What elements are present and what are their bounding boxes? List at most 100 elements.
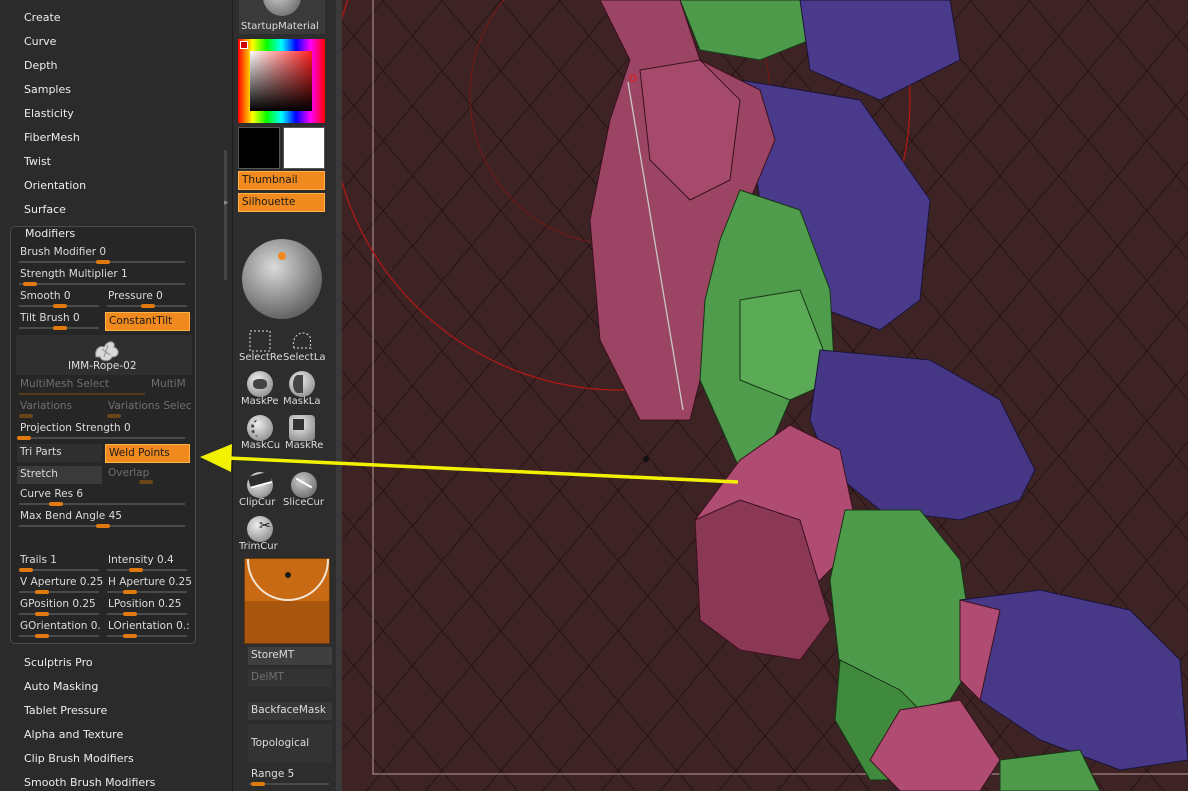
palette-scrollbar[interactable] bbox=[224, 150, 227, 280]
stretch-button[interactable]: Stretch bbox=[17, 466, 102, 484]
menu-tablet-pressure[interactable]: Tablet Pressure bbox=[24, 701, 107, 721]
material-slot[interactable]: StartupMaterial bbox=[239, 0, 325, 34]
projection-strength-label: Projection Strength 0 bbox=[20, 422, 131, 434]
menu-surface[interactable]: Surface bbox=[24, 200, 66, 220]
menu-elasticity[interactable]: Elasticity bbox=[24, 104, 74, 124]
topological-button[interactable]: Topological bbox=[248, 724, 332, 762]
imm-brush-slot[interactable]: IMM-Rope-02 bbox=[16, 335, 192, 375]
slider-thumb[interactable] bbox=[53, 304, 67, 308]
slider-thumb[interactable] bbox=[17, 436, 31, 440]
slider-thumb[interactable] bbox=[107, 414, 121, 418]
slider-thumb[interactable] bbox=[35, 590, 49, 594]
thumbnail-button[interactable]: Thumbnail bbox=[238, 171, 325, 190]
mask-pen-icon[interactable] bbox=[247, 371, 273, 397]
weld-points-button[interactable]: Weld Points bbox=[105, 444, 190, 463]
menu-twist[interactable]: Twist bbox=[24, 152, 51, 172]
menu-depth[interactable]: Depth bbox=[24, 56, 58, 76]
intensity-label: Intensity 0.4 bbox=[108, 554, 174, 566]
select-lasso-icon[interactable] bbox=[289, 328, 315, 354]
multimesh-select-slider[interactable] bbox=[19, 393, 145, 395]
projection-strength-slider[interactable] bbox=[19, 437, 185, 439]
slider-thumb[interactable] bbox=[35, 634, 49, 638]
constant-tilt-button[interactable]: ConstantTilt bbox=[105, 312, 190, 331]
silhouette-button[interactable]: Silhouette bbox=[238, 193, 325, 212]
select-lasso-label: SelectLa bbox=[283, 352, 326, 363]
menu-samples[interactable]: Samples bbox=[24, 80, 71, 100]
menu-clip-brush-modifiers[interactable]: Clip Brush Modifiers bbox=[24, 749, 134, 769]
menu-orientation[interactable]: Orientation bbox=[24, 176, 86, 196]
select-rect-label: SelectRe bbox=[239, 352, 283, 363]
clip-curve-icon[interactable] bbox=[247, 471, 273, 498]
pressure-label: Pressure 0 bbox=[108, 290, 163, 302]
slider-thumb[interactable] bbox=[19, 568, 33, 572]
curve-res-label: Curve Res 6 bbox=[20, 488, 84, 500]
modifiers-title[interactable]: Modifiers bbox=[25, 227, 75, 240]
slider-thumb[interactable] bbox=[129, 568, 143, 572]
mask-rect-icon[interactable] bbox=[289, 415, 315, 441]
color-picker-icon[interactable] bbox=[238, 39, 325, 123]
tri-parts-button[interactable]: Tri Parts bbox=[17, 444, 102, 462]
primary-color-swatch[interactable] bbox=[283, 127, 325, 169]
multim-label: MultiM bbox=[151, 378, 186, 390]
trim-curve-icon[interactable]: ✂ bbox=[247, 516, 273, 542]
lposition-slider[interactable] bbox=[107, 613, 187, 615]
slider-thumb[interactable] bbox=[35, 612, 49, 616]
slider-thumb[interactable] bbox=[139, 480, 153, 484]
secondary-color-swatch[interactable] bbox=[238, 127, 280, 169]
lposition-label: LPosition 0.25 bbox=[108, 598, 182, 610]
curve-res-slider[interactable] bbox=[19, 503, 185, 505]
slider-thumb[interactable] bbox=[123, 634, 137, 638]
slice-curve-icon[interactable] bbox=[291, 472, 317, 498]
gorientation-label: GOrientation 0. bbox=[20, 620, 101, 632]
slider-thumb[interactable] bbox=[19, 414, 33, 418]
collapse-arrow-icon[interactable]: ▸ bbox=[224, 198, 229, 208]
slider-thumb[interactable] bbox=[49, 502, 63, 506]
gorientation-slider[interactable] bbox=[19, 635, 99, 637]
slider-thumb[interactable] bbox=[123, 590, 137, 594]
slider-thumb[interactable] bbox=[96, 524, 110, 528]
slider-thumb[interactable] bbox=[23, 282, 37, 286]
slider-thumb[interactable] bbox=[251, 782, 265, 786]
mask-curve-icon[interactable] bbox=[247, 415, 273, 441]
brush-modifier-label: Brush Modifier 0 bbox=[20, 246, 107, 258]
mask-lasso-icon[interactable] bbox=[289, 371, 315, 397]
select-rect-icon[interactable] bbox=[247, 328, 273, 354]
lorientation-slider[interactable] bbox=[107, 635, 187, 637]
backface-mask-button[interactable]: BackfaceMask bbox=[248, 702, 332, 720]
menu-alpha-and-texture[interactable]: Alpha and Texture bbox=[24, 725, 123, 745]
menu-create[interactable]: Create bbox=[24, 8, 61, 28]
intensity-slider[interactable] bbox=[107, 569, 187, 571]
v-aperture-slider[interactable] bbox=[19, 591, 99, 593]
mask-lasso-label: MaskLa bbox=[283, 396, 321, 407]
multimesh-select-label: MultiMesh Select bbox=[20, 378, 110, 390]
menu-sculptris-pro[interactable]: Sculptris Pro bbox=[24, 653, 93, 673]
slice-curve-label: SliceCur bbox=[283, 497, 324, 508]
mask-curve-label: MaskCu bbox=[241, 440, 281, 451]
slider-thumb[interactable] bbox=[96, 260, 110, 264]
menu-curve[interactable]: Curve bbox=[24, 32, 56, 52]
material-label: StartupMaterial bbox=[241, 21, 319, 32]
slider-thumb[interactable] bbox=[123, 612, 137, 616]
menu-fibermesh[interactable]: FiberMesh bbox=[24, 128, 80, 148]
h-aperture-slider[interactable] bbox=[107, 591, 187, 593]
mask-pen-label: MaskPe bbox=[241, 396, 279, 407]
canvas-viewport[interactable] bbox=[342, 0, 1188, 791]
store-mt-button[interactable]: StoreMT bbox=[248, 647, 332, 665]
alpha-preview-icon[interactable] bbox=[244, 558, 330, 644]
menu-smooth-brush-modifiers[interactable]: Smooth Brush Modifiers bbox=[24, 773, 155, 791]
brush-sphere-icon[interactable] bbox=[242, 239, 322, 319]
clip-curve-label: ClipCur bbox=[239, 497, 276, 508]
strength-multiplier-slider[interactable] bbox=[19, 283, 185, 285]
gposition-slider[interactable] bbox=[19, 613, 99, 615]
tilt-brush-label: Tilt Brush 0 bbox=[20, 312, 80, 324]
material-sphere-icon bbox=[263, 0, 301, 16]
range-label: Range 5 bbox=[251, 768, 295, 780]
brush-palette: Create Curve Depth Samples Elasticity Fi… bbox=[0, 0, 232, 791]
trails-label: Trails 1 bbox=[20, 554, 57, 566]
slider-thumb[interactable] bbox=[53, 326, 67, 330]
menu-auto-masking[interactable]: Auto Masking bbox=[24, 677, 98, 697]
del-mt-button[interactable]: DelMT bbox=[248, 669, 332, 687]
mask-rect-label: MaskRe bbox=[285, 440, 324, 451]
slider-thumb[interactable] bbox=[141, 304, 155, 308]
modifiers-panel: Modifiers Brush Modifier 0 Strength Mult… bbox=[10, 226, 196, 644]
